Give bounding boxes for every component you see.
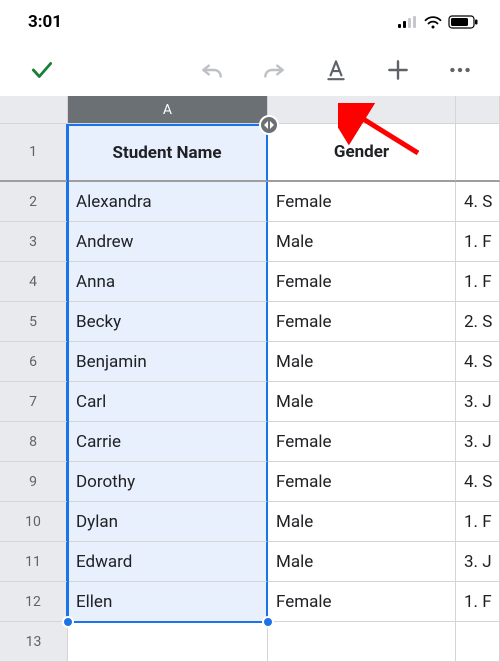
check-icon	[29, 57, 55, 83]
status-indicators	[398, 15, 478, 29]
row-header[interactable]: 2	[0, 182, 68, 222]
cell[interactable]: 2. S	[456, 302, 500, 342]
cell[interactable]: 3. J	[456, 382, 500, 422]
corner-cell[interactable]	[0, 96, 68, 124]
add-button[interactable]	[376, 48, 420, 92]
text-format-icon	[323, 57, 349, 83]
row-header[interactable]: 9	[0, 462, 68, 502]
row-header[interactable]: 8	[0, 422, 68, 462]
cell[interactable]: Dorothy	[68, 462, 268, 502]
cell[interactable]: Male	[268, 342, 456, 382]
more-icon	[447, 57, 473, 83]
table-row: 6 Benjamin Male 4. S	[0, 342, 500, 382]
table-row: 4 Anna Female 1. F	[0, 262, 500, 302]
cell[interactable]: 1. F	[456, 262, 500, 302]
cell-header-gender[interactable]: Gender	[268, 124, 456, 181]
table-row: 8 Carrie Female 3. J	[0, 422, 500, 462]
cell[interactable]: Female	[268, 262, 456, 302]
cell[interactable]: Carrie	[68, 422, 268, 462]
cell[interactable]: 4. S	[456, 462, 500, 502]
table-row: 1 Student Name Gender	[0, 124, 500, 182]
grid-rows: 1 Student Name Gender 2 Alexandra Female…	[0, 124, 500, 662]
cell-header-name[interactable]: Student Name	[68, 124, 268, 181]
cell[interactable]: Male	[268, 222, 456, 262]
cell[interactable]: Female	[268, 422, 456, 462]
column-header-b[interactable]: B	[268, 96, 456, 124]
cellular-icon	[398, 16, 418, 28]
status-bar: 3:01	[0, 0, 500, 44]
cell[interactable]: 3. J	[456, 422, 500, 462]
table-row: 13	[0, 622, 500, 662]
row-header[interactable]: 12	[0, 582, 68, 622]
more-button[interactable]	[438, 48, 482, 92]
cell[interactable]	[268, 622, 456, 662]
cell[interactable]: 1. F	[456, 222, 500, 262]
table-row: 10 Dylan Male 1. F	[0, 502, 500, 542]
row-header[interactable]: 13	[0, 622, 68, 662]
cell[interactable]	[68, 622, 268, 662]
cell[interactable]: Female	[268, 582, 456, 622]
redo-button[interactable]	[252, 48, 296, 92]
undo-icon	[199, 57, 225, 83]
cell[interactable]: Female	[268, 302, 456, 342]
row-header[interactable]: 6	[0, 342, 68, 382]
row-header[interactable]: 11	[0, 542, 68, 582]
cell[interactable]: Male	[268, 502, 456, 542]
column-headers: A B	[0, 96, 500, 124]
status-time: 3:01	[28, 12, 62, 32]
table-row: 5 Becky Female 2. S	[0, 302, 500, 342]
cell[interactable]: 1. F	[456, 582, 500, 622]
table-row: 11 Edward Male 3. J	[0, 542, 500, 582]
cell[interactable]	[456, 124, 500, 181]
cell[interactable]: Ellen	[68, 582, 268, 622]
cell[interactable]: Edward	[68, 542, 268, 582]
cell[interactable]: Alexandra	[68, 182, 268, 222]
table-row: 2 Alexandra Female 4. S	[0, 182, 500, 222]
table-row: 7 Carl Male 3. J	[0, 382, 500, 422]
table-row: 3 Andrew Male 1. F	[0, 222, 500, 262]
cell[interactable]: 1. F	[456, 502, 500, 542]
toolbar	[0, 44, 500, 96]
row-header[interactable]: 3	[0, 222, 68, 262]
column-header-a[interactable]: A	[68, 96, 268, 124]
cell[interactable]: Male	[268, 382, 456, 422]
selection-handle[interactable]	[262, 616, 274, 628]
table-row: 12 Ellen Female 1. F	[0, 582, 500, 622]
confirm-button[interactable]	[20, 48, 64, 92]
spreadsheet[interactable]: A B 1 Student Name Gender 2 Alexandra Fe…	[0, 96, 500, 662]
cell[interactable]: Male	[268, 542, 456, 582]
row-header[interactable]: 5	[0, 302, 68, 342]
cell[interactable]: 3. J	[456, 542, 500, 582]
selection-border	[67, 621, 269, 623]
cell[interactable]: Becky	[68, 302, 268, 342]
battery-icon	[448, 15, 478, 29]
cell[interactable]: 4. S	[456, 182, 500, 222]
cell[interactable]: Female	[268, 182, 456, 222]
cell[interactable]: Benjamin	[68, 342, 268, 382]
undo-button[interactable]	[190, 48, 234, 92]
cell[interactable]: Female	[268, 462, 456, 502]
cell[interactable]: Carl	[68, 382, 268, 422]
row-header[interactable]: 1	[0, 124, 68, 181]
wifi-icon	[424, 16, 442, 29]
row-header[interactable]: 4	[0, 262, 68, 302]
text-format-button[interactable]	[314, 48, 358, 92]
selection-border	[67, 124, 69, 622]
cell[interactable]: Anna	[68, 262, 268, 302]
table-row: 9 Dorothy Female 4. S	[0, 462, 500, 502]
selection-handle[interactable]	[62, 616, 74, 628]
row-header[interactable]: 10	[0, 502, 68, 542]
plus-icon	[385, 57, 411, 83]
column-header-c[interactable]	[456, 96, 500, 124]
redo-icon	[261, 57, 287, 83]
cell[interactable]	[456, 622, 500, 662]
cell[interactable]: Andrew	[68, 222, 268, 262]
cell[interactable]: Dylan	[68, 502, 268, 542]
cell[interactable]: 4. S	[456, 342, 500, 382]
row-header[interactable]: 7	[0, 382, 68, 422]
column-resize-handle[interactable]	[259, 115, 279, 135]
